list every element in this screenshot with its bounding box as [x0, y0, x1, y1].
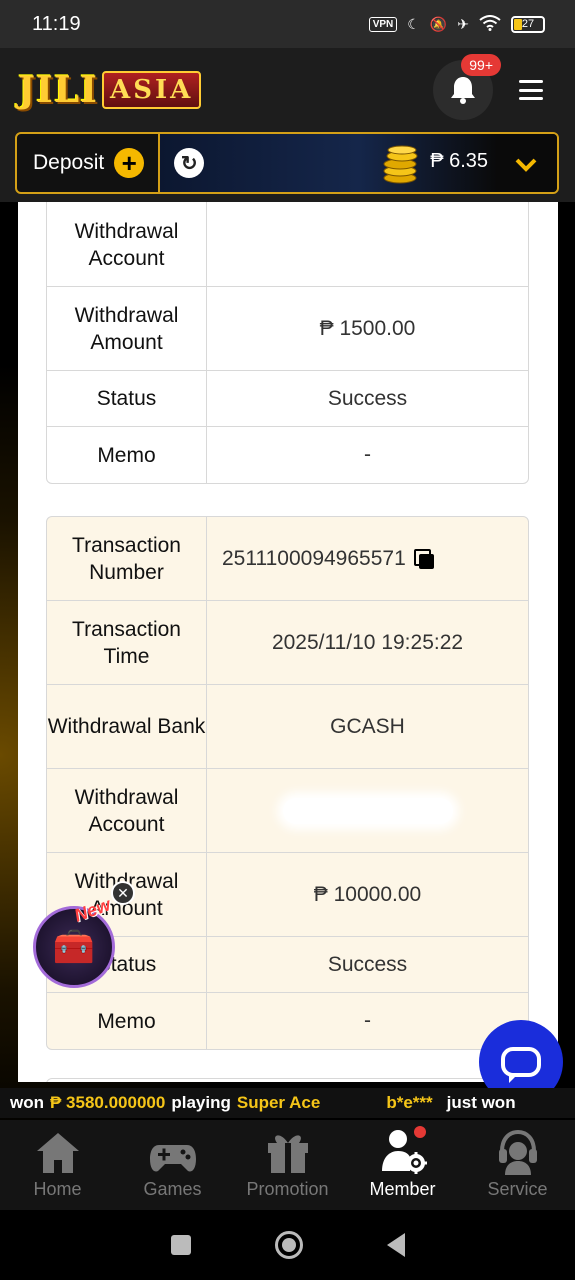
- menu-icon[interactable]: [519, 80, 543, 100]
- table-row: Withdrawal Bank GCASH: [47, 685, 528, 769]
- account-value-redacted: [207, 769, 528, 852]
- home-icon: [35, 1127, 81, 1175]
- row-value: 2025/11/10 19:25:22: [271, 630, 464, 654]
- ticker-text: just won: [446, 1093, 516, 1112]
- row-label: Withdrawal Bank: [47, 685, 207, 768]
- nav-label: Home: [33, 1179, 82, 1199]
- refresh-icon[interactable]: ↻: [174, 148, 205, 178]
- row-value: Success: [327, 386, 408, 410]
- mute-icon: 🔕: [429, 15, 448, 32]
- deposit-label: Deposit: [33, 151, 105, 174]
- bell-icon: [451, 77, 475, 104]
- row-value: Success: [327, 952, 408, 976]
- table-row: Transaction Number 2511100094965571: [47, 517, 528, 601]
- row-label: Transaction Time: [47, 601, 207, 684]
- withdrawal-record: Transaction Number 2511100094965571 Tran…: [46, 516, 529, 1050]
- ticker-game: Super Ace: [236, 1093, 321, 1112]
- notification-dot: [414, 1126, 426, 1138]
- treasure-chest-icon: 🧰: [52, 928, 96, 966]
- android-nav-bar: [0, 1210, 575, 1280]
- winners-ticker: won ₱ 3580.000000 playing Super Ace b*e*…: [0, 1088, 575, 1118]
- table-row: Memo -: [47, 427, 528, 483]
- nav-item-service[interactable]: Service: [460, 1120, 575, 1210]
- row-label: Withdrawal Account: [47, 202, 207, 286]
- ticker-text: playing: [171, 1093, 231, 1112]
- jili-asia-logo[interactable]: JILI ASIA: [18, 69, 202, 111]
- row-label: Memo: [47, 993, 207, 1049]
- wallet-bar-wrap: Deposit + ↻ ₱ 6.35: [0, 132, 575, 202]
- row-value: -: [364, 443, 371, 466]
- back-icon[interactable]: [386, 1233, 405, 1257]
- wallet-bar: Deposit + ↻ ₱ 6.35: [15, 132, 559, 194]
- treasure-chest-promo[interactable]: 🧰: [33, 906, 115, 988]
- row-value: ₱ 1500.00: [319, 316, 416, 340]
- gamepad-icon: [149, 1127, 197, 1175]
- notification-badge: 99+: [461, 54, 501, 76]
- status-icons: VPN ☾ 🔕 ✈ 27: [368, 14, 545, 34]
- nav-label: Games: [143, 1179, 202, 1199]
- row-value: -: [364, 1009, 371, 1032]
- chat-bubble-icon: [501, 1047, 541, 1083]
- status-bar: 11:19 VPN ☾ 🔕 ✈ 27: [0, 0, 575, 48]
- coins-icon: [383, 145, 418, 184]
- bottom-nav: Home Games Promotion Member Service: [0, 1120, 575, 1210]
- row-label: Transaction Number: [47, 517, 207, 600]
- home-button-icon[interactable]: [274, 1231, 303, 1259]
- nav-label: Member: [369, 1179, 436, 1199]
- row-value: GCASH: [330, 714, 405, 738]
- balance-area: ↻ ₱ 6.35: [160, 134, 557, 192]
- notification-button[interactable]: 99+: [433, 54, 501, 120]
- close-icon[interactable]: ✕: [111, 881, 135, 905]
- battery-icon: 27: [511, 15, 545, 33]
- gift-icon: [265, 1127, 311, 1175]
- plus-icon: +: [114, 148, 145, 178]
- app-header: JILI ASIA 99+: [0, 48, 575, 132]
- airplane-icon: ✈: [457, 15, 469, 32]
- table-row: Status Success: [47, 371, 528, 427]
- headset-icon: [497, 1127, 539, 1175]
- account-value-redacted: [207, 202, 528, 286]
- table-row: Transaction Time 2025/11/10 19:25:22: [47, 601, 528, 685]
- chevron-down-icon[interactable]: [515, 152, 537, 178]
- copy-icon[interactable]: [413, 548, 434, 569]
- ticker-amount: ₱ 3580.000000: [50, 1093, 166, 1112]
- moon-icon: ☾: [407, 15, 420, 32]
- withdrawal-record: Withdrawal Account Withdrawal Amount ₱ 1…: [46, 202, 529, 484]
- status-time: 11:19: [32, 12, 81, 35]
- row-label: Withdrawal Account: [47, 769, 207, 852]
- transaction-number-cell: 2511100094965571: [207, 517, 528, 600]
- table-row: Withdrawal Amount ₱ 1500.00: [47, 287, 528, 371]
- nav-label: Promotion: [246, 1179, 329, 1199]
- header-actions: 99+: [433, 54, 543, 120]
- nav-item-promotion[interactable]: Promotion: [230, 1120, 345, 1210]
- balance-value: ₱ 6.35: [430, 150, 489, 172]
- row-value: ₱ 10000.00: [313, 882, 422, 906]
- row-label: Memo: [47, 427, 207, 483]
- table-row: Withdrawal Account: [47, 202, 528, 287]
- nav-item-games[interactable]: Games: [115, 1120, 230, 1210]
- table-row: Memo -: [47, 993, 528, 1049]
- table-row: Withdrawal Account: [47, 769, 528, 853]
- recents-icon[interactable]: [170, 1235, 191, 1255]
- ticker-user: b*e***: [386, 1093, 433, 1112]
- logo-asia-text: ASIA: [102, 71, 202, 109]
- nav-item-home[interactable]: Home: [0, 1120, 115, 1210]
- withdrawal-record-partial: [46, 1078, 529, 1082]
- table-row: Status Success: [47, 937, 528, 993]
- wifi-icon: [479, 14, 501, 34]
- row-label: Status: [47, 371, 207, 426]
- ticker-text: won: [10, 1093, 44, 1112]
- nav-item-member[interactable]: Member: [345, 1120, 460, 1210]
- row-value: 2511100094965571: [222, 546, 406, 570]
- deposit-button[interactable]: Deposit +: [17, 134, 161, 192]
- logo-jili-text: JILI: [18, 69, 99, 111]
- nav-label: Service: [487, 1179, 548, 1199]
- vpn-icon: VPN: [368, 16, 398, 32]
- row-label: Withdrawal Amount: [47, 287, 207, 370]
